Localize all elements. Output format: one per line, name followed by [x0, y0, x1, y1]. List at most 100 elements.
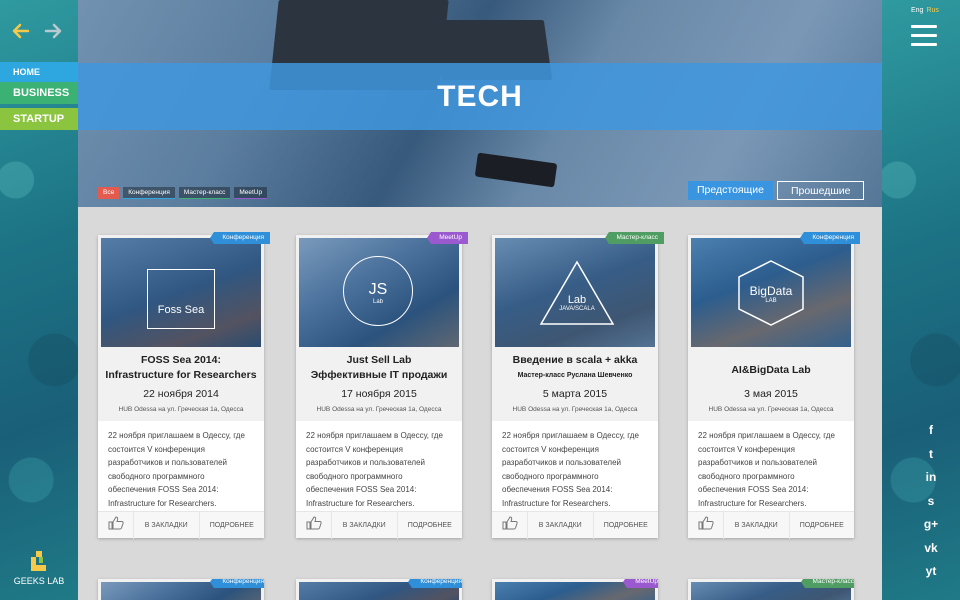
twitter-icon[interactable]: t: [923, 446, 939, 462]
like-icon[interactable]: [98, 511, 134, 539]
event-card: Конференция: [296, 579, 462, 600]
menu-item-home[interactable]: HOME: [0, 62, 78, 82]
event-description: 22 ноября приглашаем в Одессу, где состо…: [296, 421, 462, 511]
event-image[interactable]: Lab JAVA/SCALA: [495, 238, 655, 347]
card-actions: В ЗАКЛАДКИ ПОДРОБНЕЕ: [296, 511, 463, 539]
tab-upcoming[interactable]: Предстоящие: [688, 181, 773, 200]
bookmark-button[interactable]: В ЗАКЛАДКИ: [134, 511, 200, 539]
foss-sea-emblem: Foss Sea: [147, 269, 215, 329]
event-date: 5 марта 2015: [542, 388, 608, 400]
event-date: 3 мая 2015: [744, 388, 798, 400]
event-card: Конференция BigData LAB AI&BigData Lab 3…: [688, 232, 860, 539]
vk-icon[interactable]: vk: [923, 540, 939, 556]
event-description: 22 ноября приглашаем в Одессу, где состо…: [98, 421, 264, 511]
like-icon[interactable]: [296, 511, 332, 539]
card-actions: В ЗАКЛАДКИ ПОДРОБНЕЕ: [98, 511, 265, 539]
hero-banner: TECH Все Конференция Мастер-класс MeetUp…: [78, 0, 882, 207]
main-menu: HOME BUSINESS STARTUP: [0, 62, 78, 130]
event-title[interactable]: Just Sell Lab Эффективные IT продажи: [299, 347, 459, 384]
event-card: Мастер-класс: [688, 579, 854, 600]
bookmark-button[interactable]: В ЗАКЛАДКИ: [332, 511, 398, 539]
details-button[interactable]: ПОДРОБНЕЕ: [790, 512, 855, 539]
event-subtitle: Мастер-класс Руслана Шевченко: [517, 372, 633, 379]
forward-arrow-icon[interactable]: [44, 22, 62, 40]
tab-past[interactable]: Прошедшие: [776, 181, 865, 200]
linkedin-icon[interactable]: in: [923, 469, 939, 485]
details-button[interactable]: ПОДРОБНЕЕ: [200, 512, 265, 539]
slideshare-icon[interactable]: s: [923, 493, 939, 509]
card-actions: В ЗАКЛАДКИ ПОДРОБНЕЕ: [688, 511, 855, 539]
event-title[interactable]: AI&BigData Lab: [691, 347, 851, 384]
event-place: HUB Odessa на ул. Греческая 1а, Одесса: [118, 406, 244, 413]
event-card: Конференция Foss Sea FOSS Sea 2014: Infr…: [98, 232, 270, 539]
filter-conference[interactable]: Конференция: [123, 187, 175, 199]
menu-item-startup[interactable]: STARTUP: [0, 108, 78, 130]
category-ribbon: Конференция: [210, 579, 264, 588]
java-scala-sub: JAVA/SCALA: [559, 306, 595, 312]
bigdata-lab-emblem: BigData LAB: [735, 258, 807, 328]
left-sidebar: HOME BUSINESS STARTUP GEEKS LAB: [0, 0, 78, 600]
category-ribbon: Мастер-класс: [800, 579, 854, 588]
java-scala-lab-emblem: Lab JAVA/SCALA: [537, 258, 617, 328]
category-ribbon: Конференция: [800, 232, 860, 244]
card-actions: В ЗАКЛАДКИ ПОДРОБНЕЕ: [492, 511, 659, 539]
details-button[interactable]: ПОДРОБНЕЕ: [594, 512, 659, 539]
back-arrow-icon[interactable]: [12, 22, 30, 40]
language-switcher: Eng Rus: [911, 7, 939, 14]
event-image[interactable]: Foss Sea: [101, 238, 261, 347]
right-sidebar: Eng Rus f t in s g+ vk yt: [882, 0, 960, 600]
category-ribbon: Конференция: [210, 232, 270, 244]
hero-photo-phone: [474, 152, 558, 188]
category-ribbon: MeetUp: [623, 579, 658, 588]
filter-all[interactable]: Все: [98, 187, 120, 199]
foss-sea-label: Foss Sea: [157, 304, 205, 316]
event-date: 17 ноября 2015: [341, 388, 417, 400]
event-title-line2: Infrastructure for Researchers: [105, 369, 257, 381]
event-card: MeetUp JS Lab Just Sell Lab Эффективные …: [296, 232, 468, 539]
event-card: Конференция: [98, 579, 264, 600]
bigdata-label: BigData: [749, 284, 793, 298]
youtube-icon[interactable]: yt: [923, 563, 939, 579]
like-icon[interactable]: [492, 511, 528, 539]
page-title: TECH: [437, 80, 523, 113]
hamburger-menu-icon[interactable]: [911, 25, 937, 52]
event-title-line1: Введение в scala + akka: [512, 354, 638, 366]
event-image[interactable]: JS Lab: [299, 238, 459, 347]
js-lab-label: JS: [368, 281, 388, 298]
history-nav: [12, 22, 62, 40]
event-place: HUB Odessa на ул. Греческая 1а, Одесса: [316, 406, 442, 413]
bookmark-button[interactable]: В ЗАКЛАДКИ: [724, 511, 790, 539]
category-ribbon: Конференция: [408, 579, 462, 588]
google-plus-icon[interactable]: g+: [923, 516, 939, 532]
event-place: HUB Odessa на ул. Греческая 1а, Одесса: [512, 406, 638, 413]
event-title[interactable]: Введение в scala + akka Мастер-класс Рус…: [495, 347, 655, 384]
lang-rus[interactable]: Rus: [926, 7, 938, 14]
js-lab-emblem: JS Lab: [343, 256, 413, 326]
logo-text: GEEKS LAB: [13, 576, 65, 586]
event-title[interactable]: FOSS Sea 2014: Infrastructure for Resear…: [101, 347, 261, 384]
geeks-lab-logo[interactable]: GEEKS LAB: [0, 551, 78, 586]
event-title-line1: FOSS Sea 2014:: [141, 354, 221, 366]
java-scala-label: Lab: [567, 294, 587, 306]
event-description: 22 ноября приглашаем в Одессу, где состо…: [688, 421, 854, 511]
like-icon[interactable]: [688, 511, 724, 539]
bookmark-button[interactable]: В ЗАКЛАДКИ: [528, 511, 594, 539]
filter-master-class[interactable]: Мастер-класс: [178, 187, 231, 199]
event-tabs: Предстоящие Прошедшие: [688, 181, 865, 200]
logo-mark-icon: [30, 551, 48, 573]
menu-item-business[interactable]: BUSINESS: [0, 82, 78, 104]
details-button[interactable]: ПОДРОБНЕЕ: [398, 512, 463, 539]
lang-eng[interactable]: Eng: [911, 7, 923, 14]
filter-meetup[interactable]: MeetUp: [234, 187, 268, 199]
social-links: f t in s g+ vk yt: [923, 422, 939, 587]
facebook-icon[interactable]: f: [923, 422, 939, 438]
event-image[interactable]: BigData LAB: [691, 238, 851, 347]
event-title-line2: Эффективные IT продажи: [310, 369, 448, 381]
event-card: Мастер-класс Lab JAVA/SCALA Введение в s…: [492, 232, 664, 539]
event-title-line1: Just Sell Lab: [346, 354, 412, 366]
bigdata-sub: LAB: [765, 298, 777, 304]
events-grid: Конференция Foss Sea FOSS Sea 2014: Infr…: [78, 207, 882, 600]
event-description: 22 ноября приглашаем в Одессу, где состо…: [492, 421, 658, 511]
event-card: MeetUp: [492, 579, 658, 600]
category-ribbon: Мастер-класс: [604, 232, 664, 244]
